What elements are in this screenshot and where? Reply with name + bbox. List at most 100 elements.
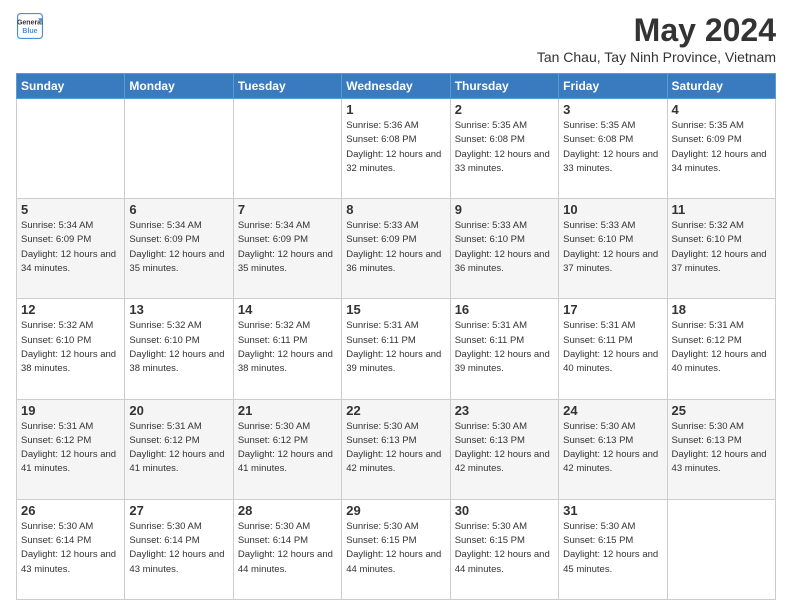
calendar-cell: 8 Sunrise: 5:33 AMSunset: 6:09 PMDaylight… [342, 199, 450, 299]
day-number: 8 [346, 202, 445, 217]
calendar-cell: 21 Sunrise: 5:30 AMSunset: 6:12 PMDayligh… [233, 399, 341, 499]
calendar-cell [125, 99, 233, 199]
calendar-header-friday: Friday [559, 74, 667, 99]
calendar-cell: 19 Sunrise: 5:31 AMSunset: 6:12 PMDayligh… [17, 399, 125, 499]
day-info: Sunrise: 5:30 AMSunset: 6:15 PMDaylight:… [455, 520, 554, 577]
day-number: 10 [563, 202, 662, 217]
day-number: 15 [346, 302, 445, 317]
day-info: Sunrise: 5:32 AMSunset: 6:11 PMDaylight:… [238, 319, 337, 376]
calendar-cell: 15 Sunrise: 5:31 AMSunset: 6:11 PMDayligh… [342, 299, 450, 399]
day-info: Sunrise: 5:31 AMSunset: 6:12 PMDaylight:… [129, 420, 228, 477]
day-number: 7 [238, 202, 337, 217]
calendar-cell: 22Sunrise: 5:30 AMSunset: 6:13 PMDayligh… [342, 399, 450, 499]
day-info: Sunrise: 5:36 AMSunset: 6:08 PMDaylight:… [346, 119, 445, 176]
day-number: 5 [21, 202, 120, 217]
day-info: Sunrise: 5:30 AMSunset: 6:13 PMDaylight:… [672, 420, 771, 477]
calendar-cell: 17Sunrise: 5:31 AMSunset: 6:11 PMDayligh… [559, 299, 667, 399]
svg-text:Blue: Blue [22, 28, 37, 35]
day-info: Sunrise: 5:30 AMSunset: 6:13 PMDaylight:… [346, 420, 445, 477]
calendar-cell: 7 Sunrise: 5:34 AMSunset: 6:09 PMDaylight… [233, 199, 341, 299]
day-info: Sunrise: 5:34 AMSunset: 6:09 PMDaylight:… [21, 219, 120, 276]
calendar-cell: 9Sunrise: 5:33 AMSunset: 6:10 PMDaylight… [450, 199, 558, 299]
day-number: 20 [129, 403, 228, 418]
day-info: Sunrise: 5:34 AMSunset: 6:09 PMDaylight:… [238, 219, 337, 276]
calendar-cell: 28 Sunrise: 5:30 AMSunset: 6:14 PMDayligh… [233, 499, 341, 599]
day-number: 2 [455, 102, 554, 117]
day-number: 13 [129, 302, 228, 317]
calendar-header-saturday: Saturday [667, 74, 775, 99]
day-info: Sunrise: 5:35 AMSunset: 6:09 PMDaylight:… [672, 119, 771, 176]
calendar-cell: 29Sunrise: 5:30 AMSunset: 6:15 PMDayligh… [342, 499, 450, 599]
calendar-cell: 20 Sunrise: 5:31 AMSunset: 6:12 PMDayligh… [125, 399, 233, 499]
calendar-header-monday: Monday [125, 74, 233, 99]
calendar-week-5: 26 Sunrise: 5:30 AMSunset: 6:14 PMDayligh… [17, 499, 776, 599]
calendar-cell: 27 Sunrise: 5:30 AMSunset: 6:14 PMDayligh… [125, 499, 233, 599]
day-info: Sunrise: 5:30 AMSunset: 6:13 PMDaylight:… [563, 420, 662, 477]
header: General Blue May 2024 Tan Chau, Tay Ninh… [16, 12, 776, 65]
subtitle: Tan Chau, Tay Ninh Province, Vietnam [537, 49, 776, 65]
day-info: Sunrise: 5:31 AMSunset: 6:12 PMDaylight:… [672, 319, 771, 376]
day-number: 31 [563, 503, 662, 518]
day-number: 9 [455, 202, 554, 217]
calendar-cell: 3 Sunrise: 5:35 AMSunset: 6:08 PMDaylight… [559, 99, 667, 199]
day-info: Sunrise: 5:32 AMSunset: 6:10 PMDaylight:… [21, 319, 120, 376]
day-info: Sunrise: 5:32 AMSunset: 6:10 PMDaylight:… [129, 319, 228, 376]
day-number: 23 [455, 403, 554, 418]
calendar-header-row: SundayMondayTuesdayWednesdayThursdayFrid… [17, 74, 776, 99]
day-info: Sunrise: 5:30 AMSunset: 6:13 PMDaylight:… [455, 420, 554, 477]
calendar-cell: 12 Sunrise: 5:32 AMSunset: 6:10 PMDayligh… [17, 299, 125, 399]
day-info: Sunrise: 5:31 AMSunset: 6:11 PMDaylight:… [455, 319, 554, 376]
calendar-cell: 13 Sunrise: 5:32 AMSunset: 6:10 PMDayligh… [125, 299, 233, 399]
day-number: 30 [455, 503, 554, 518]
logo-icon: General Blue [16, 12, 44, 40]
calendar-cell: 31 Sunrise: 5:30 AMSunset: 6:15 PMDayligh… [559, 499, 667, 599]
calendar-cell: 26 Sunrise: 5:30 AMSunset: 6:14 PMDayligh… [17, 499, 125, 599]
day-number: 16 [455, 302, 554, 317]
day-number: 4 [672, 102, 771, 117]
day-info: Sunrise: 5:30 AMSunset: 6:14 PMDaylight:… [238, 520, 337, 577]
day-number: 12 [21, 302, 120, 317]
calendar-cell: 30 Sunrise: 5:30 AMSunset: 6:15 PMDayligh… [450, 499, 558, 599]
day-number: 3 [563, 102, 662, 117]
calendar-header-thursday: Thursday [450, 74, 558, 99]
day-info: Sunrise: 5:35 AMSunset: 6:08 PMDaylight:… [563, 119, 662, 176]
day-number: 29 [346, 503, 445, 518]
calendar-cell: 25 Sunrise: 5:30 AMSunset: 6:13 PMDayligh… [667, 399, 775, 499]
calendar-cell: 1Sunrise: 5:36 AMSunset: 6:08 PMDaylight… [342, 99, 450, 199]
day-info: Sunrise: 5:31 AMSunset: 6:11 PMDaylight:… [346, 319, 445, 376]
day-info: Sunrise: 5:30 AMSunset: 6:12 PMDaylight:… [238, 420, 337, 477]
day-info: Sunrise: 5:30 AMSunset: 6:14 PMDaylight:… [21, 520, 120, 577]
day-number: 28 [238, 503, 337, 518]
svg-text:General: General [17, 19, 43, 26]
day-number: 11 [672, 202, 771, 217]
day-number: 26 [21, 503, 120, 518]
calendar-table: SundayMondayTuesdayWednesdayThursdayFrid… [16, 73, 776, 600]
day-number: 24 [563, 403, 662, 418]
day-number: 18 [672, 302, 771, 317]
calendar-cell: 6Sunrise: 5:34 AMSunset: 6:09 PMDaylight… [125, 199, 233, 299]
calendar-cell: 23 Sunrise: 5:30 AMSunset: 6:13 PMDayligh… [450, 399, 558, 499]
calendar-week-2: 5 Sunrise: 5:34 AMSunset: 6:09 PMDaylight… [17, 199, 776, 299]
day-number: 21 [238, 403, 337, 418]
calendar-week-3: 12 Sunrise: 5:32 AMSunset: 6:10 PMDayligh… [17, 299, 776, 399]
calendar-cell: 2 Sunrise: 5:35 AMSunset: 6:08 PMDaylight… [450, 99, 558, 199]
calendar-cell [233, 99, 341, 199]
calendar-cell: 18 Sunrise: 5:31 AMSunset: 6:12 PMDayligh… [667, 299, 775, 399]
day-number: 6 [129, 202, 228, 217]
day-number: 27 [129, 503, 228, 518]
day-info: Sunrise: 5:31 AMSunset: 6:12 PMDaylight:… [21, 420, 120, 477]
day-info: Sunrise: 5:35 AMSunset: 6:08 PMDaylight:… [455, 119, 554, 176]
day-number: 25 [672, 403, 771, 418]
calendar-cell: 5 Sunrise: 5:34 AMSunset: 6:09 PMDaylight… [17, 199, 125, 299]
day-info: Sunrise: 5:33 AMSunset: 6:09 PMDaylight:… [346, 219, 445, 276]
day-info: Sunrise: 5:33 AMSunset: 6:10 PMDaylight:… [563, 219, 662, 276]
day-number: 19 [21, 403, 120, 418]
calendar-header-wednesday: Wednesday [342, 74, 450, 99]
calendar-week-1: 1Sunrise: 5:36 AMSunset: 6:08 PMDaylight… [17, 99, 776, 199]
main-title: May 2024 [537, 12, 776, 49]
calendar-cell: 10 Sunrise: 5:33 AMSunset: 6:10 PMDayligh… [559, 199, 667, 299]
day-info: Sunrise: 5:30 AMSunset: 6:15 PMDaylight:… [563, 520, 662, 577]
calendar-cell [17, 99, 125, 199]
day-info: Sunrise: 5:32 AMSunset: 6:10 PMDaylight:… [672, 219, 771, 276]
day-info: Sunrise: 5:30 AMSunset: 6:14 PMDaylight:… [129, 520, 228, 577]
